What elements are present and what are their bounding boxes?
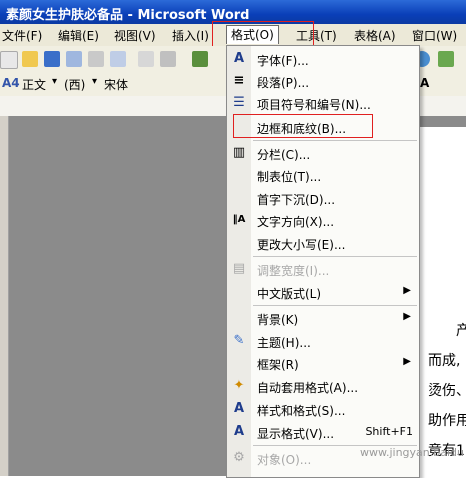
fit-text-icon: ▤ bbox=[232, 261, 246, 276]
new-document-icon[interactable] bbox=[0, 51, 18, 69]
menu-item-label: 框架(R) bbox=[257, 358, 299, 372]
menu-item-autoformat[interactable]: ✦ 自动套用格式(A)... bbox=[227, 375, 419, 397]
open-folder-icon[interactable] bbox=[22, 51, 38, 67]
menu-item-label: 中文版式(L) bbox=[257, 287, 322, 301]
menu-item-styles-formatting[interactable]: A 样式和格式(S)... bbox=[227, 398, 419, 420]
format-menu: A 字体(F)... ≡ 段落(P)... ☰ 项目符号和编号(N)... 边框… bbox=[226, 45, 420, 478]
styles-pane-icon[interactable]: A4 bbox=[2, 76, 20, 90]
menu-item-fit-text: ▤ 调整宽度(I)... bbox=[227, 258, 419, 280]
menu-item-label: 对象(O)... bbox=[257, 453, 312, 467]
menu-item-tabs[interactable]: 制表位(T)... bbox=[227, 164, 419, 186]
bullets-numbering-icon: ☰ bbox=[233, 95, 245, 110]
font-hint-dropdown-icon[interactable]: ▾ bbox=[92, 76, 97, 87]
submenu-arrow-icon: ▶ bbox=[403, 356, 411, 367]
menu-item-label: 制表位(T)... bbox=[257, 170, 322, 184]
borders-shading-highlight bbox=[233, 114, 373, 138]
menu-edit[interactable]: 编辑(E) bbox=[58, 27, 99, 44]
menu-item-label: 样式和格式(S)... bbox=[257, 404, 346, 418]
document-line: 烫伤、 bbox=[428, 383, 466, 399]
menu-item-label: 文字方向(X)... bbox=[257, 215, 335, 229]
menu-item-label: 更改大小写(E)... bbox=[257, 238, 346, 252]
menu-item-label: 显示格式(V)... bbox=[257, 427, 335, 441]
menu-separator bbox=[253, 305, 417, 306]
menu-item-label: 调整宽度(I)... bbox=[257, 264, 330, 278]
menu-table[interactable]: 表格(A) bbox=[354, 27, 396, 44]
menu-item-reveal-formatting[interactable]: A 显示格式(V)... Shift+F1 bbox=[227, 421, 419, 443]
menu-item-paragraph[interactable]: ≡ 段落(P)... bbox=[227, 70, 419, 92]
research-icon[interactable] bbox=[138, 51, 154, 67]
menu-insert[interactable]: 插入(I) bbox=[172, 27, 209, 44]
menu-view[interactable]: 视图(V) bbox=[114, 27, 156, 44]
menu-separator bbox=[253, 256, 417, 257]
paragraph-icon: ≡ bbox=[233, 73, 245, 88]
menu-separator bbox=[253, 140, 417, 141]
save-icon[interactable] bbox=[44, 51, 60, 67]
submenu-arrow-icon: ▶ bbox=[403, 311, 411, 322]
menu-item-theme[interactable]: ✎ 主题(H)... bbox=[227, 330, 419, 352]
print-icon[interactable] bbox=[88, 51, 104, 67]
columns-icon: ▥ bbox=[232, 145, 246, 160]
menu-item-label: 主题(H)... bbox=[257, 336, 311, 350]
menu-item-label: 分栏(C)... bbox=[257, 148, 311, 162]
font-color-icon[interactable]: A bbox=[420, 76, 429, 90]
menu-item-label: 字体(F)... bbox=[257, 54, 309, 68]
text-direction-icon: ‖A bbox=[232, 214, 246, 225]
permission-icon[interactable] bbox=[66, 51, 82, 67]
font-select[interactable]: 宋体 bbox=[104, 76, 128, 93]
menu-window[interactable]: 窗口(W) bbox=[412, 27, 457, 44]
menu-item-label: 背景(K) bbox=[257, 313, 299, 327]
menu-item-text-direction[interactable]: ‖A 文字方向(X)... bbox=[227, 209, 419, 231]
menu-item-frames[interactable]: 框架(R) ▶ bbox=[227, 352, 419, 374]
menu-item-background[interactable]: 背景(K) ▶ bbox=[227, 307, 419, 329]
vertical-ruler bbox=[0, 116, 9, 476]
autoformat-icon: ✦ bbox=[233, 378, 245, 393]
menu-item-label: 首字下沉(D)... bbox=[257, 193, 336, 207]
menu-item-font[interactable]: A 字体(F)... bbox=[227, 48, 419, 70]
menu-item-label: 自动套用格式(A)... bbox=[257, 381, 359, 395]
theme-icon: ✎ bbox=[233, 333, 245, 348]
document-line: 产 bbox=[456, 323, 466, 339]
object-icon: ⚙ bbox=[233, 450, 245, 465]
copy-icon[interactable] bbox=[160, 51, 176, 67]
menu-item-label: 项目符号和编号(N)... bbox=[257, 98, 371, 112]
menu-item-columns[interactable]: ▥ 分栏(C)... bbox=[227, 142, 419, 164]
document-line: 助作用 bbox=[428, 413, 466, 429]
print-preview-icon[interactable] bbox=[110, 51, 126, 67]
document-line: 而成, bbox=[428, 353, 461, 369]
style-select[interactable]: 正文 bbox=[22, 76, 46, 93]
menu-item-drop-cap[interactable]: 首字下沉(D)... bbox=[227, 187, 419, 209]
font-icon: A bbox=[233, 51, 245, 66]
style-dropdown-icon[interactable]: ▾ bbox=[52, 76, 57, 87]
font-hint: (西) bbox=[64, 78, 86, 92]
spelling-icon[interactable] bbox=[192, 51, 208, 67]
styles-formatting-icon: A bbox=[233, 401, 245, 416]
menu-file[interactable]: 文件(F) bbox=[2, 27, 42, 44]
submenu-arrow-icon: ▶ bbox=[403, 285, 411, 296]
watermark-text: www.jingyan.baidu bbox=[360, 446, 464, 459]
menu-item-label: 段落(P)... bbox=[257, 76, 310, 90]
menu-item-asian-layout[interactable]: 中文版式(L) ▶ bbox=[227, 281, 419, 303]
shortcut-text: Shift+F1 bbox=[365, 425, 413, 438]
menu-item-change-case[interactable]: 更改大小写(E)... bbox=[227, 232, 419, 254]
drawing-icon[interactable] bbox=[438, 51, 454, 67]
menu-item-bullets-numbering[interactable]: ☰ 项目符号和编号(N)... bbox=[227, 92, 419, 114]
reveal-formatting-icon: A bbox=[233, 424, 245, 439]
